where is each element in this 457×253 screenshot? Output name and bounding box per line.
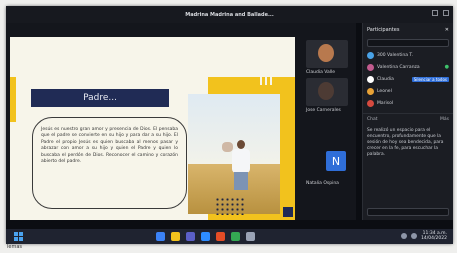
slide-title: Padre... bbox=[31, 89, 169, 107]
search-input[interactable] bbox=[367, 39, 449, 47]
participant-name: 300 Valentina T. bbox=[377, 52, 414, 58]
avatar bbox=[367, 99, 374, 107]
mute-all-button[interactable]: Silenciar a todos bbox=[411, 76, 449, 82]
tile-name: Jose Carnerales bbox=[306, 108, 341, 113]
participant-name: Marisol bbox=[377, 100, 394, 106]
windows-taskbar: 11:34 a.m. 14/04/2022 bbox=[6, 229, 453, 244]
decor-dot-grid bbox=[215, 197, 245, 215]
network-icon[interactable] bbox=[401, 233, 408, 239]
participant-row[interactable]: Valentina Carranza ● bbox=[363, 61, 453, 73]
minimize-icon[interactable] bbox=[432, 10, 438, 16]
app-icon[interactable] bbox=[231, 232, 240, 241]
system-tray: 11:34 a.m. 14/04/2022 bbox=[401, 231, 447, 241]
video-tile[interactable] bbox=[306, 40, 348, 68]
decor-navy-square bbox=[283, 207, 293, 217]
slide-text-bubble: Jesús es nuestro gran amor y presencia d… bbox=[32, 117, 187, 209]
participant-name: Leonel bbox=[377, 88, 392, 94]
video-tiles-column: Claudia Valle Jose Carnerales Natalia Os… bbox=[298, 38, 356, 220]
mic-icon[interactable]: ● bbox=[445, 64, 449, 70]
participant-row[interactable]: Leonel bbox=[363, 85, 453, 97]
app-icon[interactable] bbox=[246, 232, 255, 241]
panel-title: Participantes bbox=[367, 27, 400, 33]
clock-date: 14/04/2022 bbox=[421, 236, 447, 241]
participant-name: Valentina Carranza bbox=[377, 64, 420, 70]
window-title: Madrina Madrina and Ballade... bbox=[185, 11, 274, 18]
zoom-icon[interactable] bbox=[201, 232, 210, 241]
chat-input[interactable] bbox=[367, 208, 449, 216]
tile-name: Natalia Ospina bbox=[306, 181, 339, 186]
chat-message: Se realizó un espacio para el encuentro,… bbox=[367, 128, 444, 157]
window-controls bbox=[432, 10, 449, 16]
tile-name: Claudia Valle bbox=[306, 70, 336, 75]
teams-icon[interactable] bbox=[186, 232, 195, 241]
folder-icon[interactable] bbox=[171, 232, 180, 241]
participant-avatar[interactable]: N bbox=[326, 151, 346, 171]
avatar bbox=[367, 87, 374, 95]
close-icon[interactable]: ✕ bbox=[445, 27, 449, 33]
participant-face bbox=[318, 44, 334, 62]
taskbar-apps bbox=[156, 232, 255, 241]
avatar bbox=[367, 63, 374, 71]
monitor-screen: Madrina Madrina and Ballade... Padre... … bbox=[6, 6, 453, 244]
desk-label: lemas bbox=[7, 244, 23, 250]
slide-photo-father-child bbox=[188, 94, 280, 214]
chat-section-header: Chat Más bbox=[363, 113, 453, 125]
decor-stripes bbox=[260, 73, 272, 85]
clock[interactable]: 11:34 a.m. 14/04/2022 bbox=[421, 231, 447, 241]
participant-row[interactable]: 300 Valentina T. bbox=[363, 49, 453, 61]
app-icon[interactable] bbox=[216, 232, 225, 241]
participant-name: Claudia bbox=[377, 76, 394, 82]
avatar bbox=[367, 51, 374, 59]
browser-icon[interactable] bbox=[156, 232, 165, 241]
chat-section-title: Chat bbox=[367, 117, 378, 122]
participant-row[interactable]: Claudia Silenciar a todos bbox=[363, 73, 453, 85]
participant-face bbox=[318, 82, 334, 100]
participants-panel: Participantes ✕ 300 Valentina T. Valenti… bbox=[362, 23, 453, 220]
panel-header: Participantes ✕ bbox=[363, 23, 453, 37]
avatar bbox=[367, 75, 374, 83]
windows-start-icon[interactable] bbox=[14, 232, 23, 241]
more-button[interactable]: Más bbox=[440, 117, 449, 122]
decor-yellow-strip bbox=[10, 77, 16, 122]
meeting-titlebar: Madrina Madrina and Ballade... bbox=[6, 6, 453, 23]
presentation-slide: Padre... Jesús es nuestro gran amor y pr… bbox=[10, 37, 295, 220]
volume-icon[interactable] bbox=[411, 233, 418, 239]
participant-row[interactable]: Marisol bbox=[363, 97, 453, 109]
maximize-icon[interactable] bbox=[443, 10, 449, 16]
video-tile[interactable] bbox=[306, 78, 348, 106]
